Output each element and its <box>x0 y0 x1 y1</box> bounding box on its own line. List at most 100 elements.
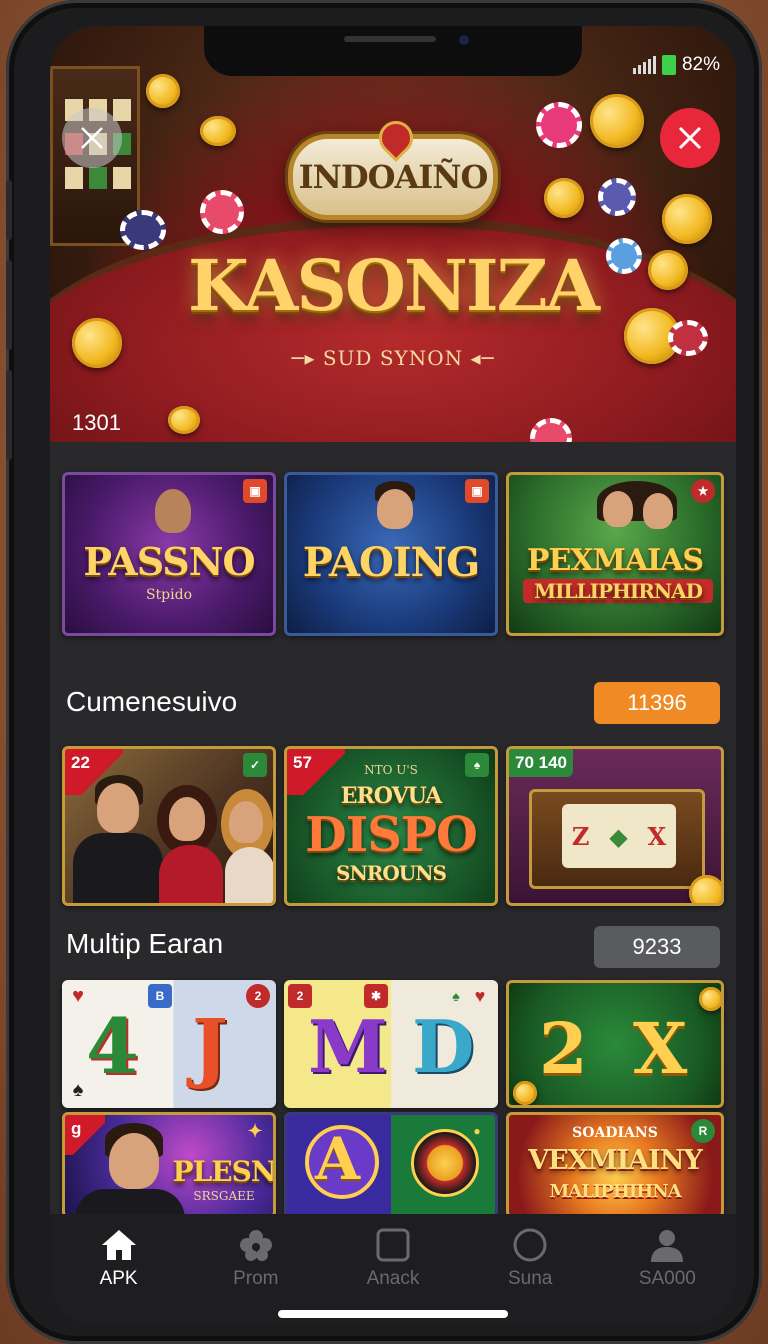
character-figure <box>377 489 413 529</box>
status-bar: 82% <box>632 54 720 76</box>
user-icon <box>651 1230 684 1262</box>
game-tile-paoing[interactable]: ▣ PAOING <box>284 472 498 636</box>
tab-label: Suna <box>507 1268 553 1289</box>
feature-icon: ▣ <box>243 479 267 503</box>
coin-icon <box>590 94 644 148</box>
game-title: PAOING <box>302 539 480 586</box>
flower-icon <box>239 1230 272 1261</box>
game-title-line3: SNROUNS <box>336 861 447 885</box>
game-tile-cards-md[interactable]: 2 ✱ ♠ ♥ M D <box>284 980 498 1108</box>
game-tile-plesn[interactable]: g ✦ PLESN SRSGAEE <box>62 1112 276 1218</box>
coin-icon <box>200 116 236 146</box>
feature-icon: ✓ <box>243 753 267 777</box>
card-glyph: J <box>192 1002 228 1091</box>
coin-icon <box>699 987 721 1011</box>
game-lobby: ▣ PASSNO Stpido ▣ PAOING ★ PEXMAIAS MILL… <box>50 442 736 1218</box>
battery-percent: 82% <box>681 54 720 75</box>
game-title-line2: MALIPHIHNA <box>549 1181 681 1202</box>
tab-label: Anack <box>366 1268 420 1289</box>
game-tagline: SOADIANS <box>572 1125 658 1141</box>
ornament-icon: ◂─ <box>463 346 495 370</box>
sparkle-icon: ✦ <box>247 1120 263 1141</box>
tab-label: APK <box>99 1268 138 1289</box>
game-title: PASSNO <box>83 539 255 584</box>
character-dress <box>225 847 273 903</box>
hero-subtitle-text: SUD SYNON <box>322 346 464 370</box>
signal-icon <box>632 56 656 74</box>
game-subtitle: Stpido <box>145 587 193 603</box>
volume-up-button <box>6 260 12 350</box>
section-value-button[interactable]: 9233 <box>594 926 720 968</box>
reel-symbol: ◆ <box>609 821 628 851</box>
coin-icon <box>689 875 721 903</box>
game-tile-dispo[interactable]: 57 ♠ NTO U'S EROVUA DISPO SNROUNS <box>284 746 498 906</box>
game-tile-slots[interactable]: 70 140 Z ◆ X <box>506 746 724 906</box>
character-dress <box>159 845 223 903</box>
game-tile-2x[interactable]: 2 X <box>506 980 724 1108</box>
character-figure <box>169 797 205 841</box>
spade-icon: ♠ <box>72 1078 84 1101</box>
card-glyph: M <box>308 1004 388 1089</box>
poker-chip-icon <box>200 190 244 234</box>
home-indicator[interactable] <box>278 1310 508 1318</box>
corner-badge: 70 140 <box>509 749 573 777</box>
close-icon <box>678 126 702 150</box>
coin-icon <box>662 194 712 244</box>
tab-account[interactable]: SА000 <box>607 1228 727 1326</box>
phone-frame: 82% INDOAIÑO KASONIZA ─▸ SUD SYNON ◂─ 13… <box>6 0 762 1344</box>
speaker <box>344 36 436 42</box>
camera <box>456 32 472 48</box>
tab-apk[interactable]: APK <box>59 1228 179 1326</box>
multiplier-glyph: 2 <box>539 1007 588 1090</box>
game-title: PEXMAIAS <box>526 543 704 578</box>
battery-icon <box>661 55 676 75</box>
tab-label: SА000 <box>638 1268 696 1289</box>
slot-machine: Z ◆ X <box>529 789 705 889</box>
character-figure <box>229 801 263 843</box>
hero-title: KASONIZA <box>188 244 600 327</box>
home-icon <box>101 1230 136 1260</box>
poker-chip-icon <box>536 102 582 148</box>
game-title: PLESN <box>172 1155 276 1188</box>
game-subtitle: SRSGAEE <box>193 1189 255 1203</box>
section-title-cumenesuivo: Cumenesuivo <box>66 686 238 717</box>
game-tile-vexmiainy[interactable]: R SOADIANS VEXMIAINY MALIPHIHNA <box>506 1112 724 1218</box>
mute-switch <box>6 180 12 240</box>
close-icon <box>81 127 103 149</box>
dismiss-button[interactable] <box>660 108 720 168</box>
hero-counter: 1301 <box>72 410 121 435</box>
hero-banner[interactable]: INDOAIÑO KASONIZA ─▸ SUD SYNON ◂─ 1301 <box>50 26 736 442</box>
game-title-line2: MILLIPHIRNAD <box>523 579 713 603</box>
game-title-line1: EROVUA <box>340 783 442 809</box>
game-tile-pexmaias[interactable]: ★ PEXMAIAS MILLIPHIRNAD <box>506 472 724 636</box>
medallion-glyph: A <box>315 1125 361 1193</box>
star-icon: ★ <box>691 479 715 503</box>
square-icon <box>376 1228 410 1262</box>
game-tagline: NTO U'S <box>364 763 418 777</box>
ornament-icon: ─▸ <box>291 346 323 370</box>
card-glyph: D <box>412 1004 475 1089</box>
number-badge: 2 <box>246 984 270 1008</box>
game-tile-cards-4j[interactable]: ♥ B 2 4 J ♠ <box>62 980 276 1108</box>
close-button[interactable] <box>62 108 122 168</box>
character-figure <box>603 491 633 527</box>
feature-icon: ▣ <box>465 479 489 503</box>
circle-icon <box>513 1228 547 1262</box>
hero-subtitle: ─▸ SUD SYNON ◂─ <box>50 346 736 370</box>
game-tile-live-hosts[interactable]: 22 ✓ <box>62 746 276 906</box>
game-title: VEXMIAINY <box>528 1145 703 1176</box>
poker-chip-icon <box>598 178 636 216</box>
character-figure <box>97 783 139 833</box>
character-suit <box>73 833 163 903</box>
character-figure <box>109 1133 159 1189</box>
notch <box>204 26 582 76</box>
coin-icon <box>513 1081 537 1105</box>
screen: 82% INDOAIÑO KASONIZA ─▸ SUD SYNON ◂─ 13… <box>50 26 736 1326</box>
character-figure <box>155 489 191 533</box>
feature-icon: B <box>148 984 172 1008</box>
character-figure <box>643 493 673 529</box>
game-tile-passno[interactable]: ▣ PASSNO Stpido <box>62 472 276 636</box>
section-value-button[interactable]: 11396 <box>594 682 720 724</box>
game-tile-a-wheel[interactable]: ● A <box>284 1112 498 1218</box>
corner-badge: g <box>65 1115 105 1155</box>
